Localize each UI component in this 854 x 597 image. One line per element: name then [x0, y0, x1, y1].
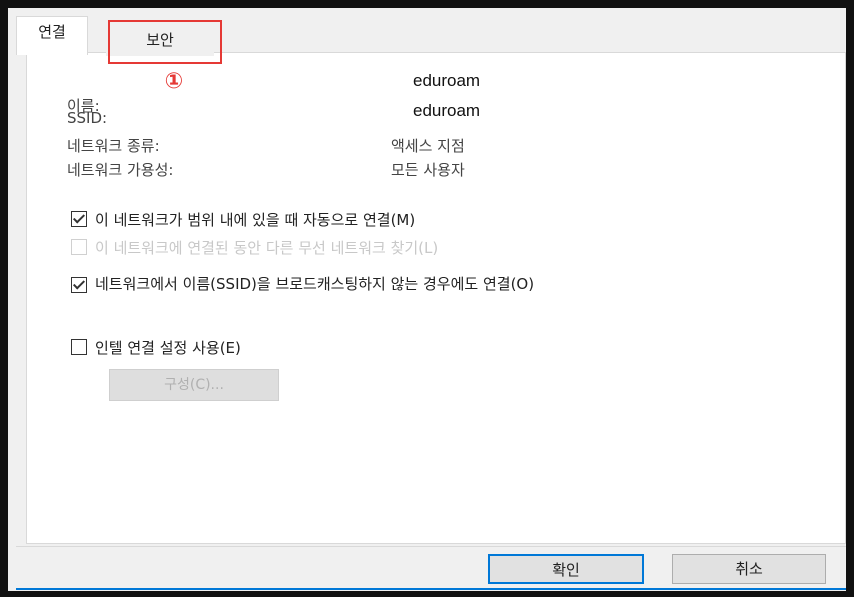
security-tab-highlight: [108, 20, 222, 64]
intel-settings-option[interactable]: 인텔 연결 설정 사용(E): [71, 337, 241, 358]
auto-connect-option[interactable]: 이 네트워크가 범위 내에 있을 때 자동으로 연결(M): [71, 209, 415, 230]
network-availability-label: 네트워크 가용성:: [67, 161, 174, 179]
tab-connection[interactable]: 연결: [16, 16, 88, 55]
find-other-networks-label: 이 네트워크에 연결된 동안 다른 무선 네트워크 찾기(L): [95, 239, 439, 257]
ssid-label: SSID:: [67, 109, 108, 127]
auto-connect-checkbox[interactable]: [71, 211, 87, 227]
wireless-properties-dialog: 이름: eduroam SSID: eduroam 네트워크 종류: 액세스 지…: [8, 8, 846, 591]
hidden-ssid-checkbox[interactable]: [71, 277, 87, 293]
network-type-label: 네트워크 종류:: [67, 137, 160, 155]
network-type-value: 액세스 지점: [391, 137, 465, 155]
screenshot-frame: 이름: eduroam SSID: eduroam 네트워크 종류: 액세스 지…: [0, 0, 854, 597]
bottom-accent-line: [16, 588, 846, 590]
intel-settings-checkbox[interactable]: [71, 339, 87, 355]
cancel-button[interactable]: 취소: [672, 554, 826, 584]
step-1-callout: ①: [164, 69, 184, 94]
hidden-ssid-label: 네트워크에서 이름(SSID)을 브로드캐스팅하지 않는 경우에도 연결(O): [95, 275, 535, 293]
intel-settings-label: 인텔 연결 설정 사용(E): [95, 339, 241, 357]
name-value: eduroam: [413, 71, 481, 90]
find-other-networks-option: 이 네트워크에 연결된 동안 다른 무선 네트워크 찾기(L): [71, 237, 438, 258]
button-bar-divider: [16, 546, 846, 547]
find-other-networks-checkbox: [71, 239, 87, 255]
hidden-ssid-option[interactable]: 네트워크에서 이름(SSID)을 브로드캐스팅하지 않는 경우에도 연결(O): [71, 275, 791, 293]
network-availability-value: 모든 사용자: [391, 161, 465, 179]
ssid-value: eduroam: [413, 101, 481, 120]
auto-connect-label: 이 네트워크가 범위 내에 있을 때 자동으로 연결(M): [95, 211, 416, 229]
ok-button[interactable]: 확인: [488, 554, 644, 584]
configure-button: 구성(C)...: [109, 369, 279, 401]
connection-tab-panel: 이름: eduroam SSID: eduroam 네트워크 종류: 액세스 지…: [26, 52, 846, 544]
